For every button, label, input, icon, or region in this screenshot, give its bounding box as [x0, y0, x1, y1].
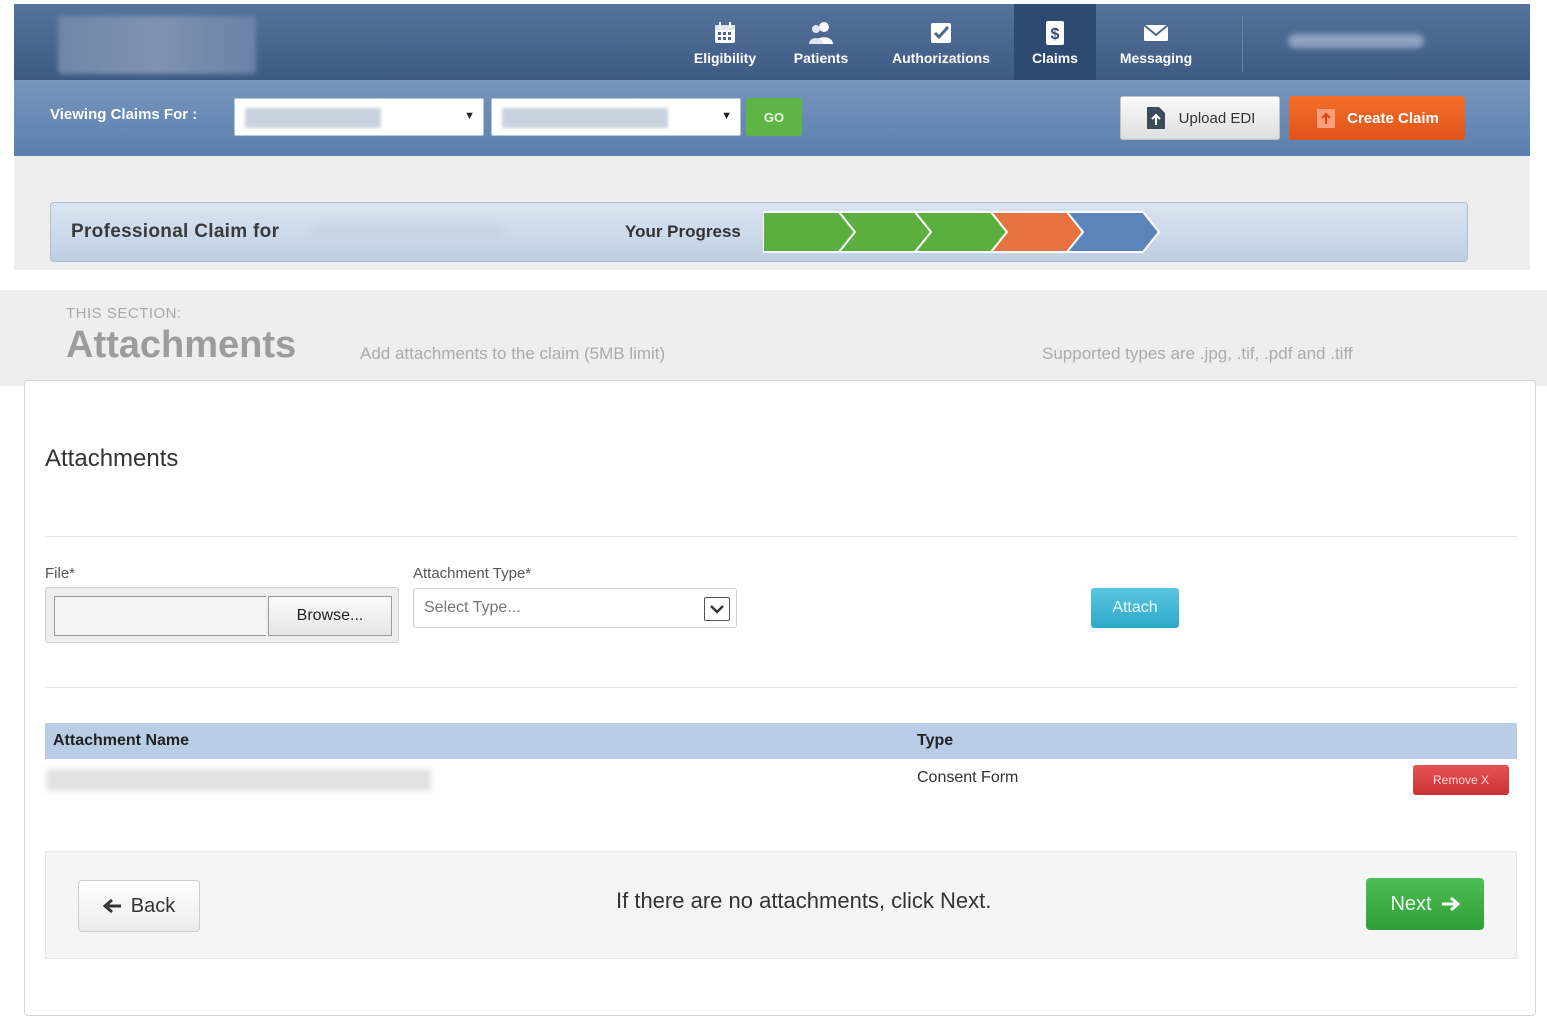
- dropdown-arrow-icon: ▼: [464, 110, 475, 122]
- progress-step-complete: [763, 211, 857, 253]
- selected-value: [245, 108, 381, 128]
- calendar-icon: [715, 22, 735, 43]
- create-claim-label: Create Claim: [1347, 109, 1439, 127]
- attachment-type-select[interactable]: Select Type...: [413, 588, 737, 628]
- claim-progress-bar: Professional Claim for Your Progress: [50, 202, 1468, 262]
- people-icon: [809, 22, 833, 44]
- divider: [45, 687, 1517, 688]
- column-header-attachment-name: Attachment Name: [53, 732, 190, 749]
- upload-edi-button[interactable]: Upload EDI: [1120, 96, 1280, 140]
- claims-filter-bar: Viewing Claims For : ▼ ▼ GO Upload EDI C…: [14, 80, 1530, 156]
- nav-label: Patients: [793, 50, 849, 66]
- nav-label: Eligibility: [693, 50, 757, 66]
- next-label: Next: [1390, 892, 1432, 915]
- nav-item-patients[interactable]: Patients: [780, 4, 862, 80]
- file-path-input[interactable]: [54, 596, 266, 636]
- file-label: File*: [45, 565, 76, 582]
- navigation-footer: Back If there are no attachments, click …: [45, 851, 1517, 959]
- dropdown-arrow-icon: ▼: [721, 110, 732, 122]
- progress-label: Your Progress: [625, 222, 741, 241]
- section-description: Add attachments to the claim (5MB limit): [360, 344, 666, 363]
- provider-select[interactable]: ▼: [234, 98, 484, 136]
- upload-document-icon: [1146, 107, 1165, 129]
- panel-title: Attachments: [45, 445, 179, 472]
- progress-band: Professional Claim for Your Progress: [14, 156, 1530, 270]
- attach-button[interactable]: Attach: [1091, 588, 1179, 628]
- attachments-panel: Attachments File* Browse... Attachment T…: [24, 380, 1536, 1016]
- go-button[interactable]: GO: [746, 98, 802, 136]
- attachment-name-cell: [47, 769, 431, 791]
- divider: [45, 536, 1517, 537]
- patient-name: [313, 223, 503, 243]
- supported-types-note: Supported types are .jpg, .tif, .pdf and…: [1042, 344, 1353, 363]
- create-document-icon: [1317, 109, 1336, 128]
- section-title: Attachments: [66, 324, 297, 366]
- envelope-icon: [1143, 24, 1169, 41]
- upload-edi-label: Upload EDI: [1178, 109, 1256, 127]
- nav-label: Authorizations: [892, 50, 990, 66]
- selected-value: [502, 108, 668, 128]
- section-kicker: THIS SECTION:: [66, 305, 182, 322]
- arrow-left-icon: [102, 898, 121, 914]
- next-button[interactable]: Next: [1366, 878, 1484, 930]
- attachment-type-placeholder: Select Type...: [424, 599, 521, 616]
- nav-divider: [1242, 16, 1243, 72]
- remove-attachment-button[interactable]: Remove X: [1413, 765, 1509, 795]
- chevron-down-icon: [704, 597, 730, 621]
- logo: [58, 16, 256, 74]
- nav-item-messaging[interactable]: Messaging: [1108, 4, 1204, 80]
- browse-button[interactable]: Browse...: [268, 596, 392, 636]
- progress-steps: [763, 211, 1161, 253]
- attachments-table-header: Attachment Name Type: [45, 723, 1517, 759]
- claim-title: Professional Claim for: [71, 221, 280, 242]
- attachment-type-cell: Consent Form: [917, 769, 1019, 786]
- create-claim-button[interactable]: Create Claim: [1289, 96, 1465, 140]
- viewing-claims-label: Viewing Claims For :: [50, 106, 198, 123]
- section-header: THIS SECTION: Attachments Add attachment…: [0, 290, 1547, 386]
- column-header-type: Type: [917, 732, 954, 749]
- dollar-document-icon: $: [1046, 21, 1064, 45]
- nav-label: Claims: [1032, 50, 1078, 66]
- nav-label: Messaging: [1119, 50, 1193, 66]
- file-picker: Browse...: [45, 587, 399, 643]
- nav-item-eligibility[interactable]: Eligibility: [682, 4, 768, 80]
- back-label: Back: [130, 894, 176, 917]
- location-select[interactable]: ▼: [491, 98, 741, 136]
- top-navigation-bar: Eligibility Patients Authorizations $ Cl…: [14, 4, 1530, 80]
- user-account-menu[interactable]: [1288, 34, 1424, 48]
- checkbox-icon: [931, 23, 951, 43]
- nav-item-claims[interactable]: $ Claims: [1014, 4, 1096, 80]
- footer-message: If there are no attachments, click Next.: [616, 888, 992, 913]
- nav-item-authorizations[interactable]: Authorizations: [878, 4, 1004, 80]
- svg-text:$: $: [1051, 26, 1060, 43]
- back-button[interactable]: Back: [78, 880, 200, 932]
- arrow-right-icon: [1441, 896, 1460, 912]
- attachment-type-label: Attachment Type*: [413, 565, 532, 582]
